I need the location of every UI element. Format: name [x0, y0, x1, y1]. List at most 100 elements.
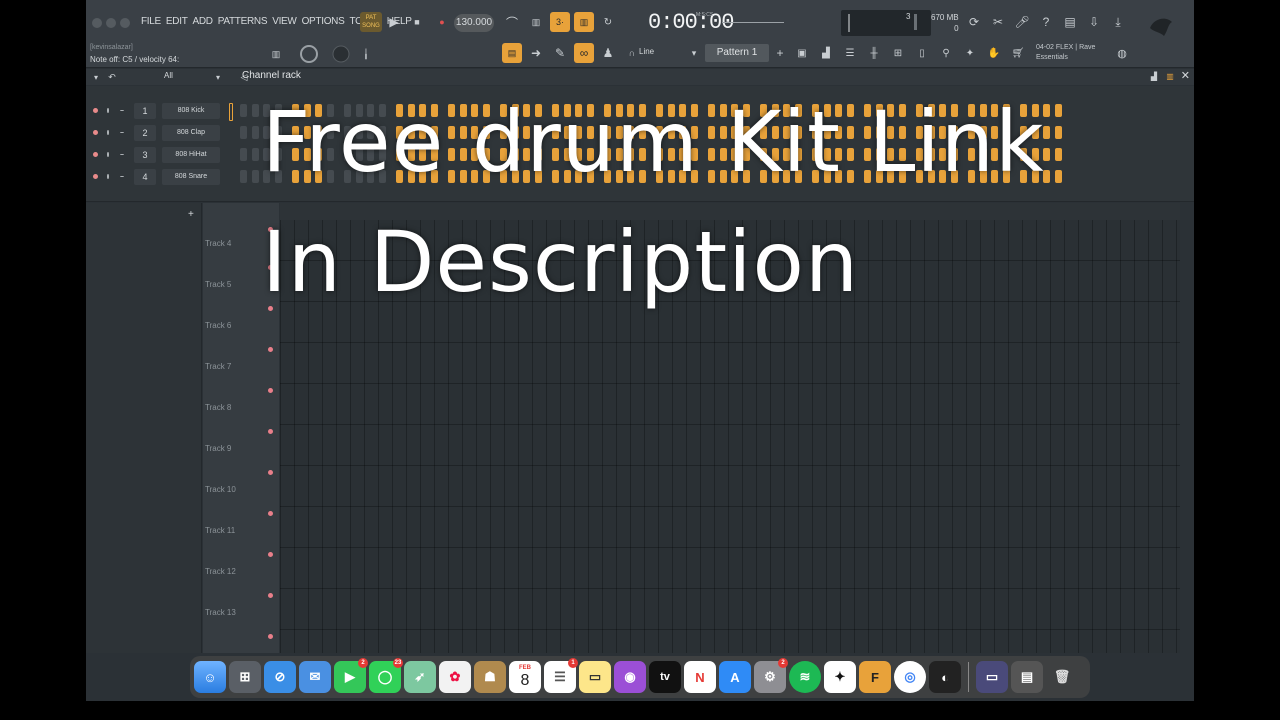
- recent-window-icon[interactable]: ▭: [976, 661, 1008, 693]
- photos-icon[interactable]: ✿: [439, 661, 471, 693]
- add-icon[interactable]: +: [188, 209, 194, 220]
- globe-icon[interactable]: ◍: [1112, 43, 1132, 63]
- menu-add[interactable]: ADD: [193, 16, 214, 27]
- rack-undo-icon[interactable]: ↶: [102, 67, 122, 87]
- master-volume-knob-icon[interactable]: [298, 43, 320, 65]
- track-header[interactable]: Track 10: [205, 485, 275, 526]
- step-pad[interactable]: [251, 126, 259, 139]
- volume-knob[interactable]: [120, 110, 124, 111]
- draw-tool-icon[interactable]: ✎: [550, 43, 570, 63]
- time-display[interactable]: 0:00:00: [648, 10, 734, 35]
- track-mute-led[interactable]: [268, 347, 273, 352]
- mute-led[interactable]: [93, 130, 98, 135]
- step-pad[interactable]: [1054, 148, 1062, 161]
- track-header[interactable]: Track 7: [205, 362, 275, 403]
- step-pad[interactable]: [240, 126, 247, 139]
- channel-name-clap[interactable]: 808 Clap: [162, 125, 220, 141]
- pan-knob[interactable]: [107, 130, 109, 135]
- menu-file[interactable]: FILE: [141, 16, 161, 27]
- master-pitch-knob-icon[interactable]: [330, 43, 352, 65]
- menu-edit[interactable]: EDIT: [166, 16, 188, 27]
- plugin-database-icon[interactable]: ▯: [912, 43, 932, 63]
- piano-icon[interactable]: ▥: [266, 44, 286, 64]
- menu-patterns[interactable]: PATTERNS: [218, 16, 268, 27]
- close-rack-icon[interactable]: ✕: [1181, 69, 1190, 82]
- microphone-icon[interactable]: 🎤︎: [1012, 12, 1032, 32]
- step-pad[interactable]: [251, 104, 259, 117]
- tempo-display[interactable]: 130.000: [454, 14, 494, 32]
- track-mute-led[interactable]: [268, 470, 273, 475]
- channel-name-kick[interactable]: 808 Kick: [162, 103, 220, 119]
- capcut-icon[interactable]: ✦: [824, 661, 856, 693]
- pattern-selector[interactable]: Pattern 1: [705, 44, 769, 62]
- step-pad[interactable]: [251, 170, 259, 183]
- close-window-button[interactable]: [92, 18, 102, 28]
- piano-roll-icon[interactable]: ▟: [816, 43, 836, 63]
- undo-icon[interactable]: ⟳: [964, 12, 984, 32]
- launchpad-icon[interactable]: ⊞: [229, 661, 261, 693]
- track-header[interactable]: Track 9: [205, 444, 275, 485]
- mixer-icon[interactable]: ╫: [864, 43, 884, 63]
- help-icon[interactable]: ?: [1036, 12, 1056, 32]
- add-pattern-icon[interactable]: +: [770, 43, 790, 63]
- app-store-icon[interactable]: A: [719, 661, 751, 693]
- volume-knob[interactable]: [120, 176, 124, 177]
- track-mute-led[interactable]: [268, 593, 273, 598]
- play-icon[interactable]: ▶: [384, 12, 404, 32]
- step-pad[interactable]: [1054, 126, 1062, 139]
- channel-number[interactable]: 2: [134, 125, 156, 141]
- podcasts-icon[interactable]: ◉: [614, 661, 646, 693]
- menu-view[interactable]: VIEW: [272, 16, 297, 27]
- fl-studio-icon[interactable]: F: [859, 661, 891, 693]
- snap-select[interactable]: Line: [639, 47, 654, 56]
- render-icon[interactable]: ⇩: [1084, 12, 1104, 32]
- pitch-icon[interactable]: ╽: [356, 44, 376, 64]
- chevron-down-icon[interactable]: ▾: [684, 43, 704, 63]
- news-icon[interactable]: N: [684, 661, 716, 693]
- step-pad[interactable]: [240, 148, 247, 161]
- channel-name-hihat[interactable]: 808 HiHat: [162, 147, 220, 163]
- trash-icon[interactable]: 🗑︎: [1046, 661, 1078, 693]
- step-pad[interactable]: [1054, 104, 1062, 117]
- finder-icon[interactable]: ☺: [194, 661, 226, 693]
- channel-number[interactable]: 1: [134, 103, 156, 119]
- downloads-stack-icon[interactable]: ▤: [1011, 661, 1043, 693]
- maps-icon[interactable]: ➶: [404, 661, 436, 693]
- volume-knob[interactable]: [120, 154, 124, 155]
- mute-led[interactable]: [93, 108, 98, 113]
- tools-icon[interactable]: ✦: [960, 43, 980, 63]
- touch-controller-icon[interactable]: ✋: [984, 43, 1004, 63]
- metronome-icon[interactable]: ⌒: [502, 12, 522, 32]
- contacts-icon[interactable]: ☗: [474, 661, 506, 693]
- track-mute-led[interactable]: [268, 634, 273, 639]
- zoom-window-button[interactable]: [120, 18, 130, 28]
- shop-icon[interactable]: 🛒︎: [1008, 43, 1028, 63]
- track-header[interactable]: Track 8: [205, 403, 275, 444]
- track-mute-led[interactable]: [268, 511, 273, 516]
- messages-icon[interactable]: ◯ 23: [369, 658, 403, 693]
- track-mute-led[interactable]: [268, 429, 273, 434]
- obs-icon[interactable]: ◐: [929, 661, 961, 693]
- plugin-picker-icon[interactable]: ⚲: [936, 43, 956, 63]
- step-pad[interactable]: [240, 170, 247, 183]
- playlist-view-icon[interactable]: ▣: [792, 43, 812, 63]
- channel-rack-icon[interactable]: ☰: [840, 43, 860, 63]
- arrow-right-icon[interactable]: ➜: [526, 43, 546, 63]
- cut-icon[interactable]: ✂: [988, 12, 1008, 32]
- pat-song-toggle[interactable]: PAT SONG: [360, 12, 382, 32]
- stop-icon[interactable]: ■: [407, 12, 427, 32]
- wait-input-icon[interactable]: ▥: [526, 12, 546, 32]
- step-pad[interactable]: [240, 104, 247, 117]
- save-icon[interactable]: ▤: [1060, 12, 1080, 32]
- track-mute-led[interactable]: [268, 552, 273, 557]
- chrome-icon[interactable]: ◎: [894, 661, 926, 693]
- notes-icon[interactable]: ▭: [579, 661, 611, 693]
- loop-record-icon[interactable]: ↻: [598, 12, 618, 32]
- mute-led[interactable]: [93, 152, 98, 157]
- spotify-icon[interactable]: ≋: [789, 661, 821, 693]
- safari-icon[interactable]: ⊘: [264, 661, 296, 693]
- mute-led[interactable]: [93, 174, 98, 179]
- mail-icon[interactable]: ✉: [299, 661, 331, 693]
- browser-icon[interactable]: ⊞: [888, 43, 908, 63]
- countdown-icon[interactable]: 3·: [550, 12, 570, 32]
